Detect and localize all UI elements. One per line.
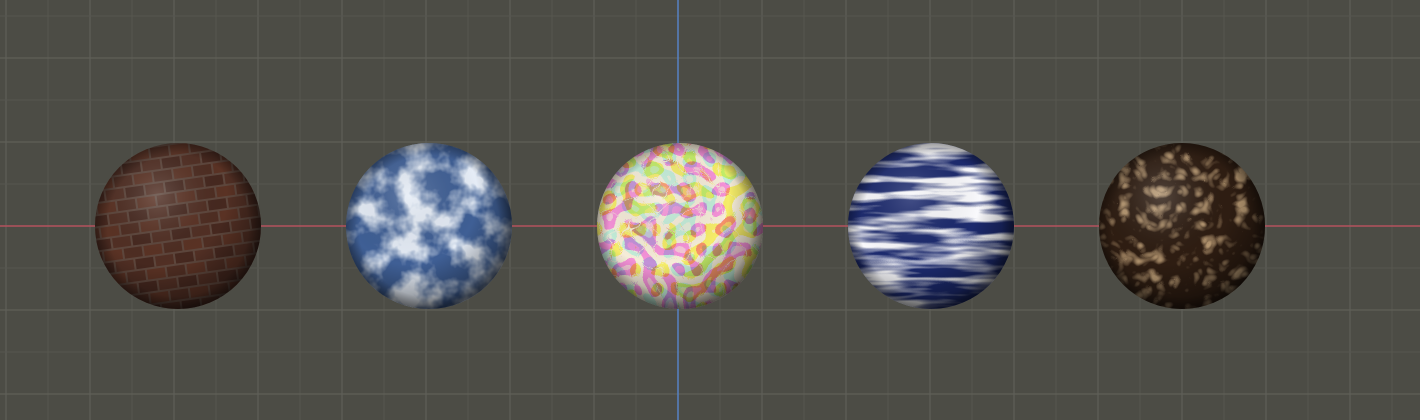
3d-viewport[interactable] [0,0,1420,420]
magic-sphere[interactable] [1099,143,1269,313]
viewport-canvas[interactable] [0,0,1420,420]
cloud-sphere[interactable] [346,143,516,313]
voronoi-sphere[interactable] [597,143,767,313]
brick-sphere[interactable] [84,132,276,324]
wave-sphere[interactable] [848,143,1018,313]
